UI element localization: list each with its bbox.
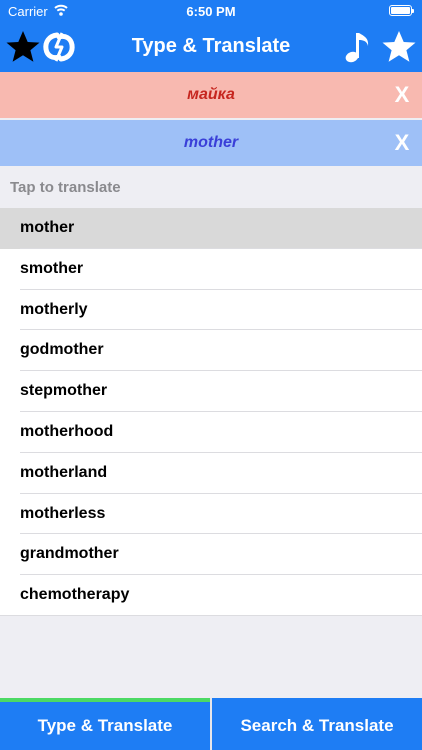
clock: 6:50 PM [186, 4, 236, 19]
music-note-icon[interactable] [340, 28, 378, 66]
list-item[interactable]: motherly [0, 290, 422, 331]
list-item[interactable]: motherland [0, 453, 422, 494]
status-bar: Carrier 6:50 PM [0, 0, 422, 22]
nav-bar: Type & Translate [0, 22, 422, 72]
battery-icon [389, 5, 414, 16]
target-language-row[interactable]: mother X [0, 120, 422, 166]
tab-type-translate[interactable]: Type & Translate [0, 698, 210, 750]
bottom-tab-bar: Type & Translate Search & Translate [0, 698, 422, 750]
list-item[interactable]: mother [0, 208, 422, 249]
favorite-star-icon[interactable] [380, 28, 418, 66]
target-word: mother [183, 134, 239, 151]
list-item[interactable]: stepmother [0, 371, 422, 412]
list-item[interactable]: godmother [0, 330, 422, 371]
source-word: майка [187, 86, 235, 103]
tab-search-translate[interactable]: Search & Translate [212, 698, 422, 750]
tab-type-translate-label: Type & Translate [37, 716, 173, 735]
active-tab-indicator [0, 698, 210, 702]
source-language-row[interactable]: майка X [0, 72, 422, 118]
list-item[interactable]: smother [0, 249, 422, 290]
list-item[interactable]: motherhood [0, 412, 422, 453]
list-item[interactable]: grandmother [0, 534, 422, 575]
list-item[interactable]: motherless [0, 494, 422, 535]
results-list: mother smother motherly godmother stepmo… [0, 208, 422, 616]
tap-to-translate-hint: Tap to translate [10, 179, 121, 196]
clear-target-button[interactable]: X [388, 129, 416, 157]
clear-source-button[interactable]: X [388, 81, 416, 109]
tab-search-translate-label: Search & Translate [240, 716, 394, 735]
list-item[interactable]: chemotherapy [0, 575, 422, 616]
